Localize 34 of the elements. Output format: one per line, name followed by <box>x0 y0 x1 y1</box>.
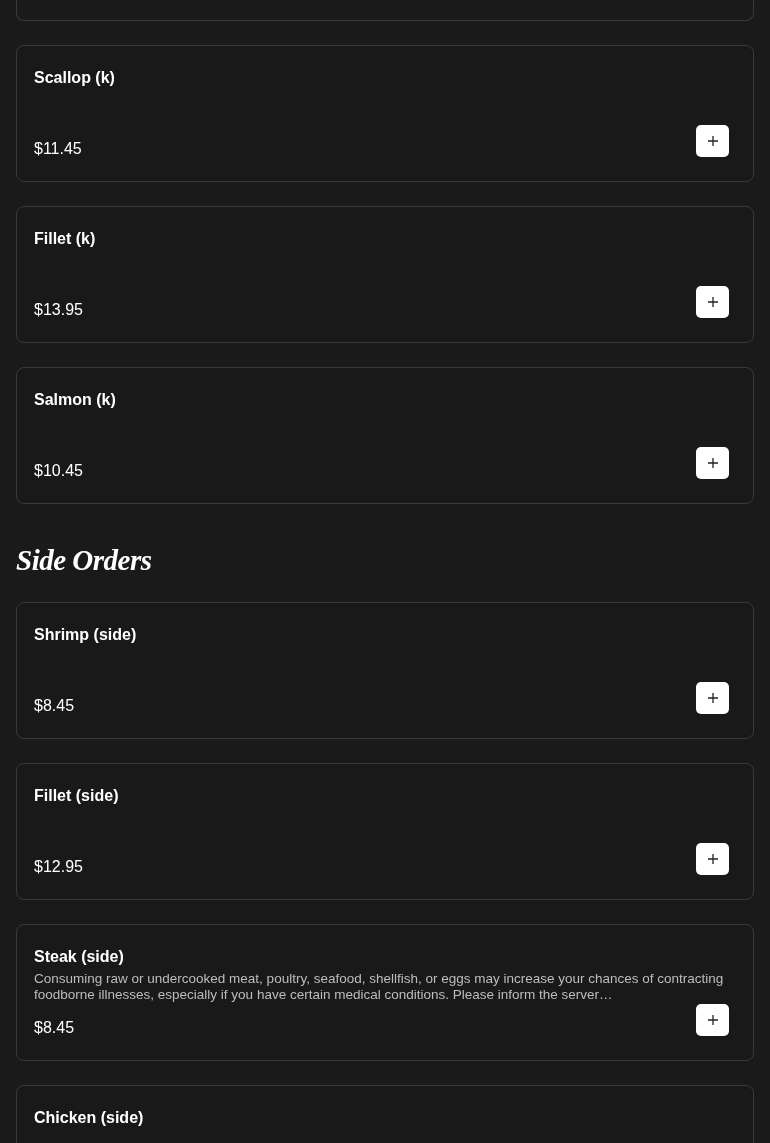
plus-icon <box>707 854 718 864</box>
menu-item-card[interactable]: Fillet (k) $13.95 <box>16 206 754 343</box>
add-button[interactable] <box>696 1004 729 1036</box>
add-button[interactable] <box>696 447 729 479</box>
item-price: $8.45 <box>34 1018 75 1038</box>
menu-item-card[interactable]: Salmon (k) $10.45 <box>16 367 754 504</box>
item-price: $13.95 <box>34 300 83 320</box>
item-description: Consuming raw or undercooked meat, poultry, seafood, shellfish, or eggs may increase your chances of contracting foodborne illnesses, especially if you have certain medical conditions. Please inform the server… <box>34 971 725 1003</box>
menu-item-card[interactable] <box>16 924 754 1061</box>
add-button[interactable] <box>696 843 729 875</box>
plus-icon <box>707 693 718 703</box>
menu-item-card[interactable]: Fillet (side) $12.95 <box>16 763 754 900</box>
menu-item-card[interactable]: Scallop (k) $11.45 <box>16 45 754 182</box>
item-name: Steak (side) <box>34 947 125 967</box>
item-price: $12.95 <box>34 857 83 877</box>
item-name: Shrimp (side) <box>34 625 138 645</box>
item-name: Fillet (k) <box>34 229 97 249</box>
add-button[interactable] <box>696 682 729 714</box>
item-price: $11.45 <box>34 139 82 159</box>
menu-item-card[interactable]: Chicken (side) <box>16 1085 754 1143</box>
plus-icon <box>707 1015 718 1025</box>
section-heading: Side Orders <box>16 543 153 578</box>
add-button[interactable] <box>696 125 729 157</box>
item-price: $10.45 <box>34 461 83 481</box>
plus-icon <box>707 136 718 146</box>
plus-icon <box>707 297 718 307</box>
item-price: $8.45 <box>34 696 75 716</box>
item-name: Chicken (side) <box>34 1108 145 1128</box>
item-name: Salmon (k) <box>34 390 117 410</box>
menu-item-card[interactable]: Shrimp (side) $8.45 <box>16 602 754 739</box>
add-button[interactable] <box>696 286 729 318</box>
plus-icon <box>707 458 718 468</box>
item-name: Scallop (k) <box>34 68 116 88</box>
item-name: Fillet (side) <box>34 786 120 806</box>
